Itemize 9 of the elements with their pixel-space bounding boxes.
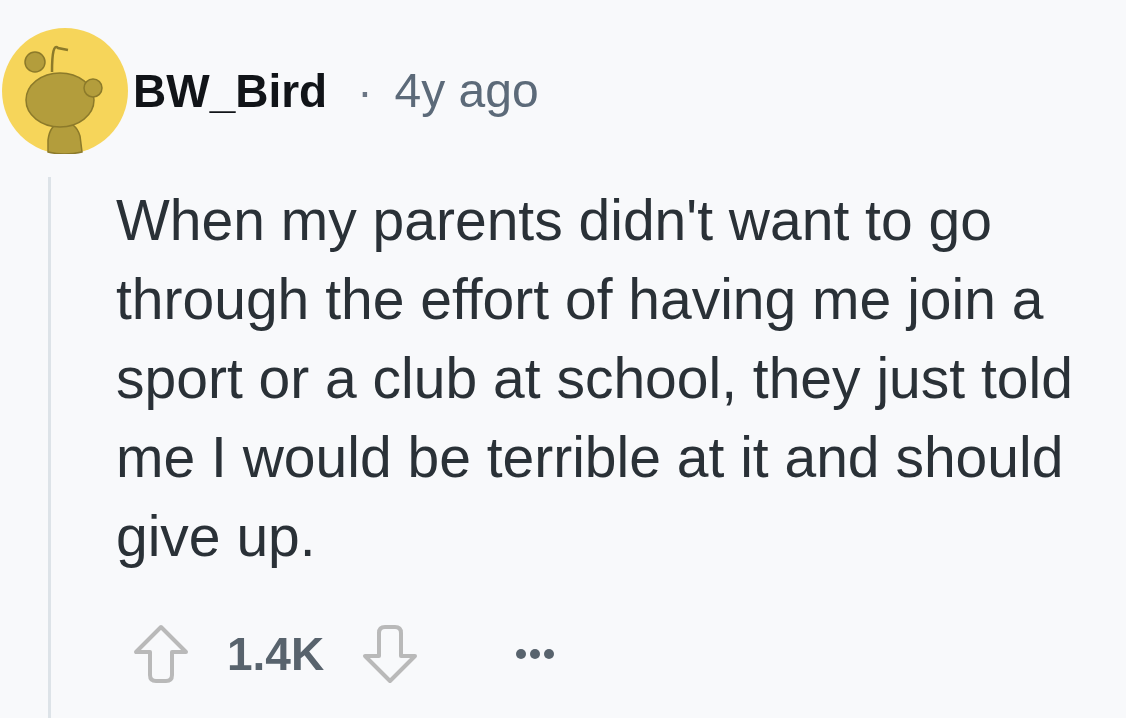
upvote-icon[interactable]	[133, 624, 189, 684]
timestamp: 4y ago	[394, 67, 539, 115]
separator-dot: ·	[357, 68, 373, 114]
more-options-icon[interactable]	[516, 649, 555, 659]
avatar-icon	[2, 28, 128, 154]
username[interactable]: BW_Bird	[133, 68, 328, 114]
comment-text: When my parents didn't want to go through the effort of having me join a sport or a club at school, they just told me I would be terrible at it and should give up.	[116, 187, 1074, 570]
vote-count: 1.4K	[227, 631, 325, 677]
downvote-icon[interactable]	[362, 624, 419, 684]
